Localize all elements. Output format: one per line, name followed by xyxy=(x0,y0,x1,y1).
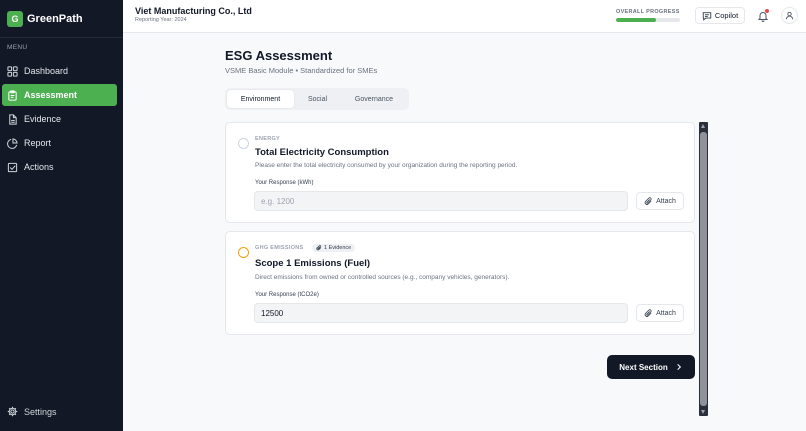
sidebar-item-label: Assessment xyxy=(24,90,78,100)
reporting-year: Reporting Year: 2024 xyxy=(135,17,187,23)
clipboard-icon xyxy=(7,89,18,101)
tab-environment[interactable]: Environment xyxy=(227,90,294,108)
scrollbar[interactable] xyxy=(699,122,708,416)
chevron-right-icon xyxy=(675,363,683,371)
question-title: Total Electricity Consumption xyxy=(255,147,389,158)
section-tabs: Environment Social Governance xyxy=(225,88,409,110)
notifications-button[interactable] xyxy=(757,9,769,22)
sidebar-item-actions[interactable]: Actions xyxy=(2,156,117,178)
sidebar-item-label: Actions xyxy=(24,162,54,172)
electricity-input[interactable]: e.g. 1200 xyxy=(254,191,628,211)
status-radio[interactable] xyxy=(238,138,249,149)
attach-label: Attach xyxy=(656,197,676,205)
paperclip-icon xyxy=(316,245,322,251)
page-title: ESG Assessment xyxy=(225,48,333,63)
status-radio[interactable] xyxy=(238,247,249,258)
company-name: Viet Manufacturing Co., Ltd xyxy=(135,6,252,16)
sidebar-item-report[interactable]: Report xyxy=(2,132,117,154)
question-card-ghg: GHG EMISSIONS 1 Evidence Scope 1 Emissio… xyxy=(225,231,695,335)
question-description: Please enter the total electricity consu… xyxy=(255,162,518,169)
question-title: Scope 1 Emissions (Fuel) xyxy=(255,258,371,269)
question-category: GHG EMISSIONS xyxy=(255,245,304,251)
pie-chart-icon xyxy=(7,137,18,149)
brand[interactable]: G GreenPath xyxy=(0,0,123,38)
next-section-label: Next Section xyxy=(619,362,668,372)
scope1-input[interactable]: 12500 xyxy=(254,303,628,323)
menu-label: MENU xyxy=(7,44,28,51)
file-icon xyxy=(7,113,18,125)
notification-dot xyxy=(765,9,769,13)
brand-logo: G xyxy=(7,10,23,27)
response-label: Your Response (tCO2e) xyxy=(255,292,319,298)
copilot-label: Copilot xyxy=(714,11,739,20)
settings-label: Settings xyxy=(24,406,57,417)
progress-fill xyxy=(616,18,656,22)
sidebar-item-assessment[interactable]: Assessment xyxy=(2,84,117,106)
sidebar-item-evidence[interactable]: Evidence xyxy=(2,108,117,130)
next-section-button[interactable]: Next Section xyxy=(607,355,695,379)
chat-icon xyxy=(702,11,712,21)
response-label: Your Response (kWh) xyxy=(255,180,314,186)
grid-icon xyxy=(7,65,18,77)
scroll-down-arrow-icon[interactable] xyxy=(701,410,705,414)
evidence-count: 1 Evidence xyxy=(324,245,352,251)
attach-button[interactable]: Attach xyxy=(636,304,684,322)
check-square-icon xyxy=(7,162,18,173)
user-avatar[interactable] xyxy=(781,7,798,24)
question-description: Direct emissions from owned or controlle… xyxy=(255,274,510,281)
scrollbar-thumb[interactable] xyxy=(700,132,707,406)
scroll-up-arrow-icon[interactable] xyxy=(701,124,705,128)
gear-icon xyxy=(7,406,18,417)
brand-name: GreenPath xyxy=(27,12,83,25)
question-card-energy: ENERGY Total Electricity Consumption Ple… xyxy=(225,122,695,223)
page-subtitle: VSME Basic Module • Standardized for SME… xyxy=(225,66,378,75)
attach-label: Attach xyxy=(656,309,676,317)
settings-button[interactable]: Settings xyxy=(7,406,57,417)
evidence-badge[interactable]: 1 Evidence xyxy=(312,244,356,252)
progress-label: OVERALL PROGRESS xyxy=(616,9,680,15)
sidebar-item-label: Dashboard xyxy=(24,66,69,76)
paperclip-icon xyxy=(644,196,653,206)
sidebar-nav: Dashboard Assessment Evidence Report Act… xyxy=(2,60,117,180)
top-bar: Viet Manufacturing Co., Ltd Reporting Ye… xyxy=(123,0,806,33)
tab-governance[interactable]: Governance xyxy=(341,90,407,108)
progress-bar xyxy=(616,18,680,22)
user-icon xyxy=(785,11,794,20)
sidebar: G GreenPath MENU Dashboard Assessment Ev… xyxy=(0,0,123,431)
question-category: ENERGY xyxy=(255,136,281,142)
sidebar-item-label: Evidence xyxy=(24,114,62,124)
paperclip-icon xyxy=(644,308,653,318)
copilot-button[interactable]: Copilot xyxy=(695,7,745,24)
sidebar-item-label: Report xyxy=(24,138,52,148)
tab-social[interactable]: Social xyxy=(294,90,341,108)
attach-button[interactable]: Attach xyxy=(636,192,684,210)
sidebar-item-dashboard[interactable]: Dashboard xyxy=(2,60,117,82)
